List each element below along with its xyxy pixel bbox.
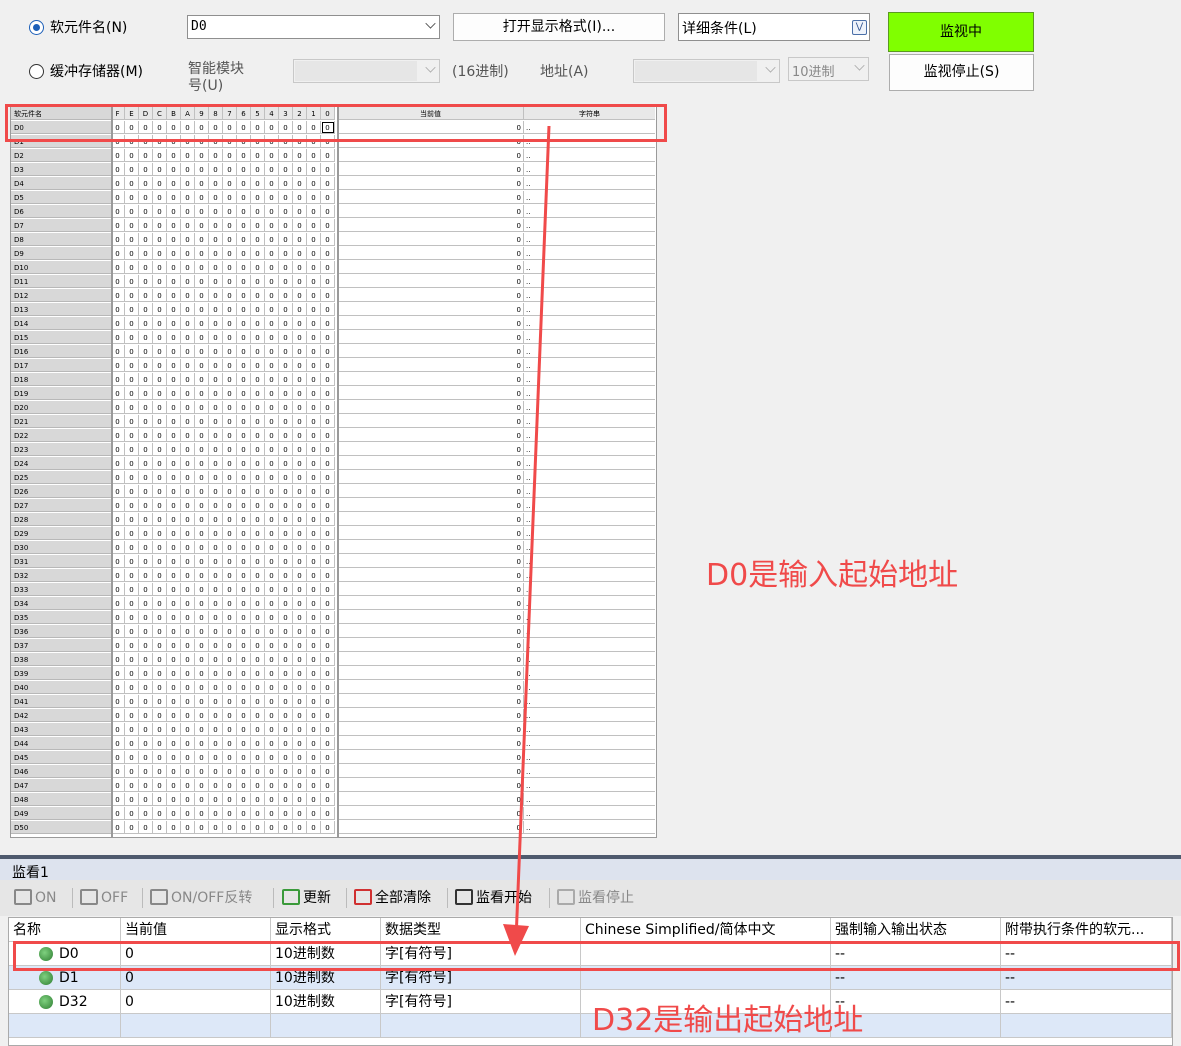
- annotation-arrow: [503, 125, 551, 956]
- annotation-input-address: D0是输入起始地址: [706, 558, 959, 593]
- annotation-output-address: D32是输出起始地址: [592, 1003, 864, 1038]
